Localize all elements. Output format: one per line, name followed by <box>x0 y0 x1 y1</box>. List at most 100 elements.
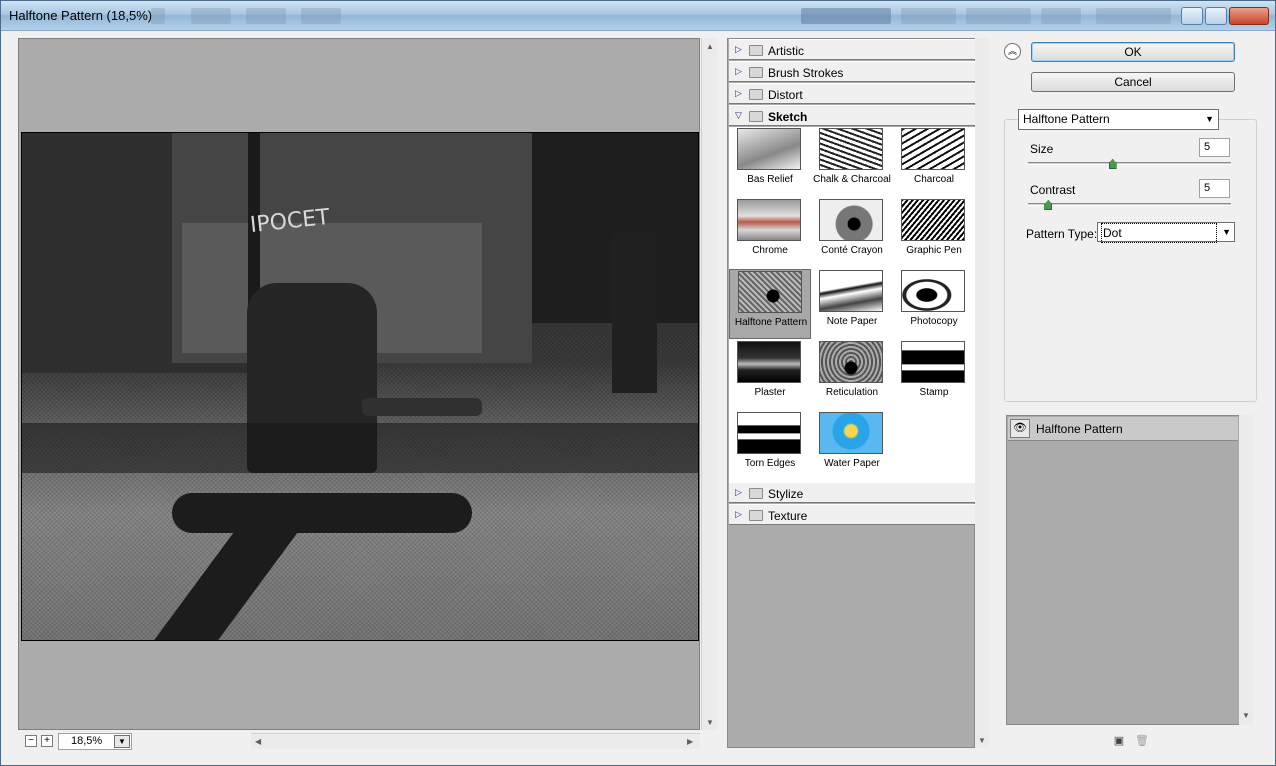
contrast-input[interactable]: 5 <box>1199 179 1230 198</box>
window-title: Halftone Pattern (18,5%) <box>9 8 153 23</box>
triangle-down-icon[interactable]: ▽ <box>735 110 742 121</box>
pattern-type-select[interactable]: Dot ▼ <box>1097 222 1235 243</box>
thumb-image <box>901 199 965 241</box>
filter-gallery-list: ▷ Artistic ▷ Brush Strokes ▷ Distort ▽ S… <box>727 38 975 748</box>
zoom-level-value: 18,5% <box>71 735 103 747</box>
effect-layers-list: 👁 Halftone Pattern <box>1006 415 1253 725</box>
trash-icon[interactable]: 🗑 <box>1135 735 1149 747</box>
thumb-label: Conté Crayon <box>821 245 883 256</box>
new-effect-layer-icon[interactable]: ▣ <box>1113 735 1125 747</box>
thumb-label: Graphic Pen <box>906 245 962 256</box>
preview-image: ІРОСЕТ <box>21 132 699 641</box>
thumb-image <box>738 271 802 313</box>
gallery-scrollbar[interactable]: ▼ <box>975 38 989 748</box>
effect-layer-row[interactable]: 👁 Halftone Pattern <box>1008 417 1238 441</box>
zoom-dropdown-button[interactable]: ▼ <box>114 735 130 748</box>
filter-thumb-charcoal[interactable]: Charcoal <box>893 127 975 197</box>
scroll-left-icon[interactable]: ◀ <box>255 737 261 746</box>
category-sketch[interactable]: ▽ Sketch <box>729 105 975 126</box>
contrast-slider-track[interactable] <box>1028 203 1231 206</box>
thumb-image <box>901 341 965 383</box>
category-distort[interactable]: ▷ Distort <box>729 83 975 104</box>
title-bar[interactable]: Halftone Pattern (18,5%) <box>1 1 1275 31</box>
thumb-label: Plaster <box>754 387 786 398</box>
background-toolbar-ghost <box>966 8 1031 24</box>
eye-icon[interactable]: 👁 <box>1010 419 1030 438</box>
thumb-image <box>901 128 965 170</box>
ok-button[interactable]: OK <box>1031 42 1235 62</box>
thumb-label: Note Paper <box>826 316 878 327</box>
double-chevron-up-icon[interactable]: ︽ <box>1004 43 1021 60</box>
triangle-right-icon[interactable]: ▷ <box>735 487 742 498</box>
thumb-label: Halftone Pattern <box>734 317 808 328</box>
size-input[interactable]: 5 <box>1199 138 1230 157</box>
zoom-in-button[interactable]: + <box>41 735 53 747</box>
cancel-button[interactable]: Cancel <box>1031 72 1235 92</box>
folder-icon <box>749 510 763 521</box>
preview-canvas[interactable]: ІРОСЕТ <box>18 38 700 730</box>
background-toolbar-ghost <box>151 8 165 24</box>
thumb-image <box>737 412 801 454</box>
category-brush-strokes[interactable]: ▷ Brush Strokes <box>729 61 975 82</box>
thumb-image <box>819 270 883 312</box>
triangle-right-icon[interactable]: ▷ <box>735 66 742 77</box>
zoom-out-button[interactable]: − <box>25 735 37 747</box>
thumb-label: Charcoal <box>913 174 955 185</box>
filter-thumb-torn-edges[interactable]: Torn Edges <box>729 411 811 481</box>
scroll-up-icon[interactable]: ▲ <box>706 42 714 51</box>
filter-thumb-stamp[interactable]: Stamp <box>893 340 975 410</box>
triangle-right-icon[interactable]: ▷ <box>735 44 742 55</box>
thumb-label: Chrome <box>752 245 788 256</box>
preview-horizontal-scrollbar[interactable]: ◀ ▶ <box>251 733 700 749</box>
filter-thumb-chalk-charcoal[interactable]: Chalk & Charcoal <box>811 127 893 197</box>
filter-select[interactable]: Halftone Pattern ▼ <box>1018 109 1219 130</box>
minimize-button[interactable] <box>1181 7 1203 25</box>
size-label: Size <box>1030 142 1054 156</box>
thumb-image <box>819 128 883 170</box>
filter-thumb-reticulation[interactable]: Reticulation <box>811 340 893 410</box>
thumb-image <box>819 341 883 383</box>
filter-thumb-plaster[interactable]: Plaster <box>729 340 811 410</box>
scroll-right-icon[interactable]: ▶ <box>687 737 693 746</box>
maximize-button[interactable] <box>1205 7 1227 25</box>
filter-thumb-conte-crayon[interactable]: Conté Crayon <box>811 198 893 268</box>
contrast-value: 5 <box>1204 182 1211 194</box>
effect-layer-label: Halftone Pattern <box>1036 422 1123 436</box>
category-texture[interactable]: ▷ Texture <box>729 504 975 525</box>
category-stylize[interactable]: ▷ Stylize <box>729 482 975 503</box>
thumb-label: Reticulation <box>825 387 879 398</box>
triangle-right-icon[interactable]: ▷ <box>735 88 742 99</box>
filter-select-value: Halftone Pattern <box>1023 112 1110 126</box>
background-toolbar-ghost <box>801 8 891 24</box>
chevron-down-icon: ▼ <box>1222 227 1231 237</box>
category-label: Texture <box>768 509 808 523</box>
background-toolbar-ghost <box>301 8 341 24</box>
folder-open-icon <box>749 111 763 122</box>
filter-thumb-halftone-pattern[interactable]: Halftone Pattern <box>729 269 811 339</box>
pattern-type-value: Dot <box>1101 223 1217 243</box>
triangle-right-icon[interactable]: ▷ <box>735 509 742 520</box>
filter-thumb-bas-relief[interactable]: Bas Relief <box>729 127 811 197</box>
size-slider-track[interactable] <box>1028 162 1231 165</box>
scroll-down-icon[interactable]: ▼ <box>978 736 986 745</box>
thumb-label: Stamp <box>919 387 949 398</box>
close-button[interactable] <box>1229 7 1269 25</box>
filter-thumb-chrome[interactable]: Chrome <box>729 198 811 268</box>
background-toolbar-ghost <box>1096 8 1171 24</box>
filter-thumb-graphic-pen[interactable]: Graphic Pen <box>893 198 975 268</box>
scroll-down-icon[interactable]: ▼ <box>706 718 714 727</box>
thumb-image <box>737 199 801 241</box>
category-artistic[interactable]: ▷ Artistic <box>729 39 975 60</box>
background-toolbar-ghost <box>901 8 956 24</box>
layers-scrollbar[interactable]: ▼ <box>1239 415 1253 725</box>
chevron-down-icon: ▼ <box>1205 114 1214 124</box>
thumb-label: Torn Edges <box>744 458 796 469</box>
filter-thumb-photocopy[interactable]: Photocopy <box>893 269 975 339</box>
scroll-down-icon[interactable]: ▼ <box>1242 711 1250 720</box>
filter-thumb-note-paper[interactable]: Note Paper <box>811 269 893 339</box>
thumb-image <box>819 412 883 454</box>
preview-vertical-scrollbar[interactable]: ▲ ▼ <box>701 38 717 730</box>
filter-gallery-window: Halftone Pattern (18,5%) ІРОСЕТ ▲ ▼ − + … <box>0 0 1276 766</box>
filter-thumb-water-paper[interactable]: Water Paper <box>811 411 893 481</box>
category-label: Distort <box>768 88 803 102</box>
